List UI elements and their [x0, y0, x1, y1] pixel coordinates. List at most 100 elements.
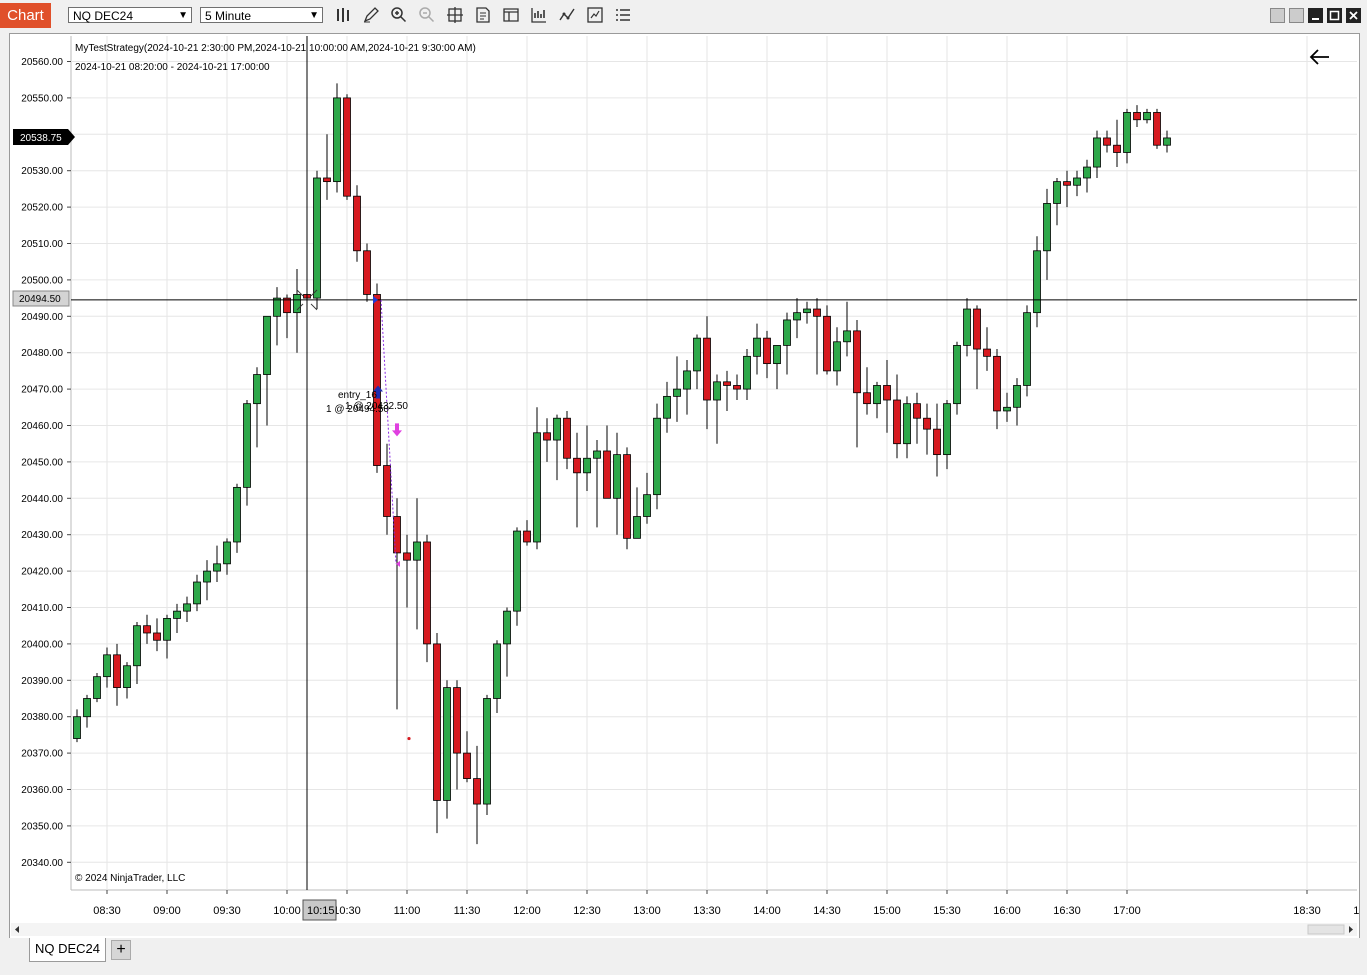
candle-body — [553, 417, 561, 441]
entry-label: entry_16 — [338, 390, 377, 401]
candle-body — [953, 345, 961, 405]
y-tick-label: 20390.00 — [21, 676, 63, 687]
y-tick-label: 20500.00 — [21, 275, 63, 286]
candle-body — [873, 385, 881, 405]
instrument-selector[interactable]: NQ DEC24 ▼ — [68, 7, 192, 23]
x-tick-label: 19:00 — [1353, 905, 1359, 917]
add-tab-button[interactable]: + — [111, 940, 131, 960]
y-tick-label: 20470.00 — [21, 385, 63, 396]
crosshair-cursor-stroke — [310, 303, 318, 311]
price-chart[interactable]: 20340.00 20350.00 20360.00 20370.00 20380.00… — [10, 34, 1359, 938]
candle-body — [983, 348, 991, 357]
candle-body — [943, 403, 951, 456]
x-tick-label: 15:00 — [873, 905, 901, 917]
candle-body — [963, 308, 971, 346]
y-tick-label: 20460.00 — [21, 421, 63, 432]
candle-body — [1013, 385, 1021, 408]
x-tick-label: 08:30 — [93, 905, 121, 917]
bar-type-icon[interactable] — [334, 6, 354, 24]
candle-body — [173, 610, 181, 619]
link-color-button[interactable] — [1270, 8, 1285, 23]
candle-body — [1033, 250, 1041, 314]
x-tick-label: 17:00 — [1113, 905, 1141, 917]
zoom-in-icon[interactable] — [389, 6, 409, 24]
properties-icon[interactable] — [473, 6, 493, 24]
x-tick-label: 12:00 — [513, 905, 541, 917]
candle-body — [423, 541, 431, 645]
candle-body — [513, 530, 521, 612]
candle-body — [973, 308, 981, 350]
candle-body — [203, 570, 211, 583]
crosshair-icon[interactable] — [445, 6, 465, 24]
x-tick-label: 14:00 — [753, 905, 781, 917]
minimize-button[interactable] — [1308, 8, 1323, 23]
candle-body — [593, 450, 601, 459]
candle-body — [683, 370, 691, 390]
x-tick-label: 18:30 — [1293, 905, 1321, 917]
candle-body — [323, 177, 331, 183]
x-tick-label: 11:30 — [454, 905, 481, 917]
crosshair-time-marker: 10:15 — [302, 899, 337, 921]
x-tick-label: 10:30 — [333, 905, 361, 917]
candles — [73, 83, 1171, 845]
candle-body — [723, 381, 731, 386]
strategies-icon[interactable] — [557, 6, 577, 24]
grid — [70, 36, 1357, 891]
y-tick-label: 20560.00 — [21, 57, 63, 68]
candle-body — [713, 381, 721, 401]
horizontal-scrollbar[interactable] — [11, 923, 1357, 936]
instrument-value: NQ DEC24 — [73, 9, 134, 23]
more-icon[interactable] — [613, 6, 633, 24]
candle-body — [843, 330, 851, 343]
candle-body — [103, 654, 111, 678]
zoom-out-icon[interactable] — [417, 6, 437, 24]
y-tick-label: 20340.00 — [21, 858, 63, 869]
candle-body — [333, 97, 341, 183]
candle-body — [813, 308, 821, 317]
candle-body — [573, 457, 581, 474]
maximize-button[interactable] — [1327, 8, 1342, 23]
candle-body — [383, 465, 391, 517]
candle-body — [453, 687, 461, 754]
candle-body — [263, 315, 271, 375]
y-tick-label: 20520.00 — [21, 203, 63, 214]
candle-body — [693, 337, 701, 372]
candle-body — [293, 294, 301, 314]
pencil-draw-icon[interactable] — [361, 6, 381, 24]
y-tick-label: 20410.00 — [21, 603, 63, 614]
candle-body — [793, 312, 801, 321]
candle-body — [913, 403, 921, 419]
candle-body — [1053, 181, 1061, 204]
templates-icon[interactable] — [501, 6, 521, 24]
entry-fill-label: 1 @ 20494.50 — [326, 404, 389, 415]
maximize-icon — [1329, 10, 1340, 21]
y-axis: 20340.00 20350.00 20360.00 20370.00 20380.00… — [21, 57, 71, 869]
y-tick-label: 20380.00 — [21, 712, 63, 723]
candle-body — [1073, 177, 1081, 186]
chart-panel[interactable]: 20340.00 20350.00 20360.00 20370.00 20380.00… — [9, 33, 1360, 939]
candle-body — [233, 486, 241, 543]
candle-body — [163, 618, 171, 641]
y-tick-label: 20530.00 — [21, 166, 63, 177]
candle-body — [653, 417, 661, 496]
close-button[interactable] — [1346, 8, 1361, 23]
candle-body — [253, 374, 261, 405]
data-box-icon[interactable] — [585, 6, 605, 24]
candle-body — [703, 337, 711, 401]
candle-body — [563, 417, 571, 459]
instrument-link-button[interactable] — [1289, 8, 1304, 23]
candle-body — [483, 698, 491, 805]
last-price-marker: 20538.75 — [13, 129, 75, 145]
candle-body — [363, 250, 371, 295]
candle-body — [1103, 137, 1111, 146]
candle-body — [193, 581, 201, 605]
x-tick-label: 10:00 — [273, 905, 301, 917]
indicators-icon[interactable] — [529, 6, 549, 24]
candle-body — [543, 432, 551, 441]
candle-body — [733, 385, 741, 390]
tab-nq-dec24[interactable]: NQ DEC24 — [29, 938, 106, 962]
candle-body — [243, 403, 251, 488]
y-tick-label: 20550.00 — [21, 93, 63, 104]
interval-selector[interactable]: 5 Minute ▼ — [200, 7, 323, 23]
chart-window-label: Chart — [0, 3, 51, 28]
